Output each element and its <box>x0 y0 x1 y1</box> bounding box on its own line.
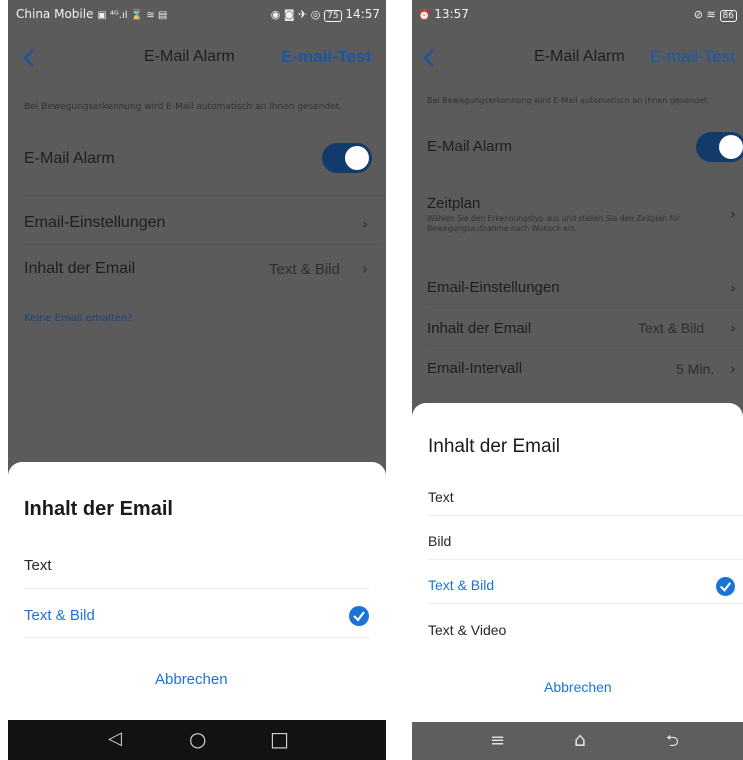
divider <box>428 603 743 604</box>
schedule-subtitle: Wählen Sie den Erkennungstyp aus und ste… <box>427 214 681 233</box>
email-interval-label: Email-Intervall <box>427 360 523 377</box>
checkmark-icon <box>349 606 369 626</box>
email-alarm-toggle[interactable] <box>696 132 743 162</box>
email-alarm-label: E-Mail Alarm <box>24 150 115 167</box>
carrier-name: China Mobile <box>16 7 94 21</box>
system-navigation-bar: ◁ ○ □ <box>8 720 386 760</box>
divider <box>427 346 743 347</box>
email-test-button[interactable]: E-mail-Test <box>650 47 735 67</box>
alarm-clock-icon: ⏰ <box>418 10 431 21</box>
system-home-icon[interactable]: ⌂ <box>574 729 586 751</box>
battery-icon: 75 <box>324 10 342 22</box>
status-icons: ◉ ◙ ✈ ◎ <box>270 8 321 21</box>
divider <box>24 244 380 245</box>
back-arrow-icon[interactable] <box>420 48 440 68</box>
navigation-bar: E-Mail Alarm E-mail-Test <box>412 38 743 78</box>
no-email-received-link[interactable]: Keine Email erhalten? <box>24 313 133 324</box>
divider <box>427 304 743 305</box>
sheet-title: Inhalt der Email <box>24 498 173 520</box>
navigation-bar: E-Mail Alarm E-mail-Test <box>8 38 386 78</box>
chevron-right-icon: › <box>730 279 736 297</box>
status-icons: ⊘ ≋ <box>693 8 716 21</box>
checkmark-icon <box>716 577 735 596</box>
email-test-button[interactable]: E-mail-Test <box>281 47 371 67</box>
option-label: Text <box>24 557 52 574</box>
sheet-title: Inhalt der Email <box>428 436 561 457</box>
status-time: 14:57 <box>345 7 380 21</box>
chevron-right-icon: › <box>362 260 368 278</box>
email-alarm-toggle[interactable] <box>322 143 372 173</box>
divider <box>24 195 386 196</box>
chevron-right-icon: › <box>730 205 736 223</box>
cancel-button[interactable]: Abbrechen <box>155 671 228 688</box>
signal-icon: ▣ ⁴ᴳ.ıl ⌛ ≋ ▤ <box>97 10 168 21</box>
system-back-icon[interactable]: ◁ <box>108 728 122 749</box>
email-settings-label: Email-Einstellungen <box>24 214 166 231</box>
page-title: E-Mail Alarm <box>144 48 235 65</box>
chevron-right-icon: › <box>730 360 736 378</box>
divider <box>428 515 743 516</box>
battery-icon: 86 <box>719 10 737 22</box>
divider <box>24 637 370 638</box>
email-interval-value: 5 Min. <box>676 361 715 377</box>
system-navigation-bar: ≡ ⌂ ⮌ <box>412 722 743 760</box>
email-alarm-label: E-Mail Alarm <box>427 138 513 155</box>
page-title: E-Mail Alarm <box>534 48 625 65</box>
phone-screen-left: China Mobile ▣ ⁴ᴳ.ıl ⌛ ≋ ▤ ◉ ◙ ✈ ◎ 75 14… <box>8 0 386 760</box>
phone-screen-right: ⏰ 13:57 ⊘ ≋ 86 E-Mail Alarm E-mail-Test … <box>412 0 743 760</box>
option-label: Text & Bild <box>428 577 495 593</box>
option-label: Bild <box>428 533 452 549</box>
status-bar: China Mobile ▣ ⁴ᴳ.ıl ⌛ ≋ ▤ ◉ ◙ ✈ ◎ 75 14… <box>8 0 386 28</box>
chevron-right-icon: › <box>730 319 736 337</box>
chevron-right-icon: › <box>362 215 368 233</box>
schedule-label: Zeitplan <box>427 195 481 212</box>
email-content-sheet: Inhalt der Email Text Text & Bild Abbrec… <box>8 462 386 720</box>
email-content-label: Inhalt der Email <box>24 260 136 277</box>
status-time: 13:57 <box>434 7 469 21</box>
system-menu-icon[interactable]: ≡ <box>490 730 505 751</box>
toggle-knob <box>719 135 743 159</box>
email-content-value: Text & Bild <box>638 320 705 336</box>
option-label: Text & Bild <box>24 607 95 624</box>
email-content-sheet: Inhalt der Email Text Bild Text & Bild T… <box>412 403 743 723</box>
email-content-label: Inhalt der Email <box>427 320 532 337</box>
cancel-button[interactable]: Abbrechen <box>544 679 612 695</box>
option-label: Text & Video <box>428 622 507 638</box>
system-back-icon[interactable]: ⮌ <box>666 730 679 757</box>
email-content-value: Text & Bild <box>269 261 340 278</box>
alarm-description: Bei Bewegungserkennung wird E-Mail autom… <box>24 102 343 112</box>
system-recent-apps-icon[interactable]: □ <box>270 727 289 751</box>
divider <box>428 559 743 560</box>
system-home-icon[interactable]: ○ <box>189 727 206 751</box>
option-label: Text <box>428 489 454 505</box>
back-arrow-icon[interactable] <box>20 48 40 68</box>
divider <box>24 588 370 589</box>
status-bar: ⏰ 13:57 ⊘ ≋ 86 <box>412 0 743 28</box>
email-settings-label: Email-Einstellungen <box>427 279 560 296</box>
alarm-description: Bei Bewegungserkennung wird E-Mail autom… <box>427 96 710 105</box>
toggle-knob <box>345 146 369 170</box>
